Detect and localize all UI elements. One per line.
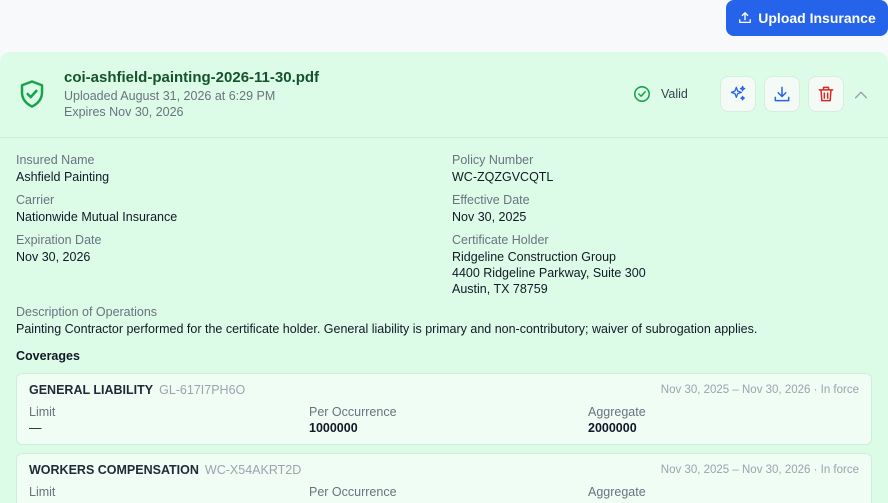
coverage-date-range: Nov 30, 2025 – Nov 30, 2026 bbox=[660, 464, 811, 476]
policy-number-value: WC-ZQZGVCQTL bbox=[452, 170, 554, 184]
insured-name-label: Insured Name bbox=[16, 153, 95, 167]
coverage-type-label: GENERAL LIABILITY bbox=[29, 383, 154, 397]
certificate-card: coi-ashfield-painting-2026-11-30.pdf Upl… bbox=[0, 52, 888, 503]
effective-date-label: Effective Date bbox=[452, 193, 530, 207]
carrier-value: Nationwide Mutual Insurance bbox=[16, 210, 178, 224]
aggregate-label: Aggregate bbox=[588, 485, 646, 499]
limit-label: Limit bbox=[29, 405, 56, 419]
coverage-type: GENERAL LIABILITY GL-617I7PH6O bbox=[29, 383, 245, 397]
coverage-type-label: WORKERS COMPENSATION bbox=[29, 463, 199, 477]
carrier-label: Carrier bbox=[16, 193, 55, 207]
coverage-card: GENERAL LIABILITY GL-617I7PH6O Nov 30, 20… bbox=[16, 373, 872, 445]
download-icon bbox=[774, 86, 790, 102]
coverage-policy-number: WC-X54AKRT2D bbox=[204, 463, 302, 477]
coverage-status: · In force bbox=[813, 464, 859, 476]
effective-date-value: Nov 30, 2025 bbox=[452, 210, 527, 224]
coverage-dates: Nov 30, 2025 – Nov 30, 2026 · In force bbox=[661, 384, 859, 396]
certificate-holder-name: Ridgeline Construction Group bbox=[452, 250, 616, 264]
limit-label: Limit bbox=[29, 485, 56, 499]
upload-insurance-button[interactable]: Upload Insurance bbox=[726, 0, 888, 36]
chevron-up-icon[interactable] bbox=[852, 86, 870, 104]
limit-value: — bbox=[29, 421, 42, 435]
certificate-header[interactable]: coi-ashfield-painting-2026-11-30.pdf Upl… bbox=[0, 52, 888, 138]
coverages-title: Coverages bbox=[16, 349, 80, 363]
check-circle-icon bbox=[634, 86, 650, 102]
certificate-holder-city: Austin, TX 78759 bbox=[452, 282, 548, 296]
coverage-card: WORKERS COMPENSATION WC-X54AKRT2D Nov 30,… bbox=[16, 453, 872, 503]
per-occurrence-value: 1000000 bbox=[309, 421, 358, 435]
uploaded-date: Uploaded August 31, 2026 at 6:29 PM bbox=[64, 89, 276, 103]
per-occurrence-label: Per Occurrence bbox=[309, 485, 397, 499]
per-occurrence-label: Per Occurrence bbox=[309, 405, 397, 419]
aggregate-label: Aggregate bbox=[588, 405, 646, 419]
coverage-policy-number: GL-617I7PH6O bbox=[159, 383, 246, 397]
coverage-dates: Nov 30, 2025 – Nov 30, 2026 · In force bbox=[661, 464, 859, 476]
status-badge: Valid bbox=[633, 85, 688, 103]
shield-check-icon bbox=[20, 80, 44, 108]
expiration-date-label: Expiration Date bbox=[16, 233, 102, 247]
coverage-status: · In force bbox=[813, 384, 859, 396]
coverage-date-range: Nov 30, 2025 – Nov 30, 2026 bbox=[660, 384, 811, 396]
certificate-holder-label: Certificate Holder bbox=[452, 233, 549, 247]
delete-button[interactable] bbox=[808, 76, 844, 112]
upload-insurance-label: Upload Insurance bbox=[758, 10, 876, 26]
description-label: Description of Operations bbox=[16, 305, 158, 319]
description-value: Painting Contractor performed for the ce… bbox=[16, 322, 758, 336]
expiration-date-value: Nov 30, 2026 bbox=[16, 250, 91, 264]
insured-name-value: Ashfield Painting bbox=[16, 170, 110, 184]
status-label: Valid bbox=[661, 87, 688, 101]
upload-icon bbox=[739, 12, 752, 24]
coverage-type: WORKERS COMPENSATION WC-X54AKRT2D bbox=[29, 463, 301, 477]
aggregate-value: 2000000 bbox=[588, 421, 637, 435]
download-button[interactable] bbox=[764, 76, 800, 112]
certificate-holder-address: 4400 Ridgeline Parkway, Suite 300 bbox=[452, 266, 646, 280]
expires-date: Expires Nov 30, 2026 bbox=[64, 105, 184, 119]
file-name: coi-ashfield-painting-2026-11-30.pdf bbox=[64, 69, 320, 86]
trash-icon bbox=[818, 86, 834, 102]
ai-analyze-button[interactable] bbox=[720, 76, 756, 112]
sparkles-icon bbox=[730, 85, 746, 101]
policy-number-label: Policy Number bbox=[452, 153, 534, 167]
